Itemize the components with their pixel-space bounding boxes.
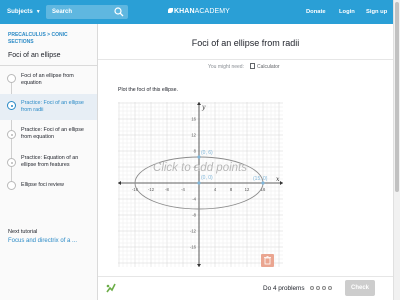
sidebar-item-practice-features[interactable]: Practice: Equation of an ellipse from fe… — [0, 151, 97, 177]
next-tutorial-label: Next tutorial — [8, 229, 38, 235]
x-tick-label: -12 — [148, 187, 155, 192]
x-tick-label: 12 — [245, 187, 250, 192]
progress-dots — [310, 286, 334, 292]
search-placeholder: Search — [52, 9, 73, 15]
page-scrollbar[interactable] — [393, 0, 400, 300]
play-icon — [7, 74, 16, 83]
exercise-title: Foci of an ellipse from radii — [191, 38, 300, 48]
progress-dot — [310, 286, 314, 290]
search-icon[interactable] — [114, 7, 124, 17]
x-tick-label: -4 — [181, 187, 185, 192]
sidebar-item-label: Practice: Foci of an ellipse from equati… — [21, 127, 84, 140]
y-tick-label: 12 — [191, 133, 196, 138]
x-tick-label: -8 — [165, 187, 169, 192]
y-tick-label: 16 — [191, 117, 196, 122]
leaf-icon — [168, 8, 173, 13]
logo-bold-text: KHAN — [174, 8, 195, 15]
do-problems-label: Do 4 problems — [263, 285, 305, 292]
signup-link[interactable]: Sign up — [366, 9, 387, 15]
article-icon — [7, 181, 16, 190]
progress-dot — [328, 286, 332, 290]
calculator-icon — [250, 63, 255, 69]
sidebar-item-label: Practice: Foci of an ellipse from radii — [21, 100, 84, 113]
x-axis-name: x — [276, 176, 280, 183]
donate-link[interactable]: Donate — [306, 9, 326, 15]
scrollbar-thumb[interactable] — [395, 2, 399, 192]
point-label-right: (15, 0) — [253, 176, 268, 182]
sidebar-item-practice-radii[interactable]: Practice: Foci of an ellipse from radii — [0, 94, 97, 120]
point-label-top: (0, 6) — [201, 150, 213, 156]
practice-icon — [7, 158, 16, 167]
sidebar-item-review[interactable]: Ellipse foci review — [0, 179, 97, 193]
sidebar-item-label: Foci of an ellipse from equation — [21, 73, 74, 86]
sidebar-item-video[interactable]: Foci of an ellipse from equation — [0, 70, 97, 92]
divider — [0, 65, 98, 66]
calculator-link[interactable]: Calculator — [250, 63, 280, 70]
click-to-add-points-overlay: Click to add points — [153, 162, 247, 174]
practice-icon — [7, 101, 16, 110]
next-tutorial-link[interactable]: Focus and directrix of a ... — [8, 238, 77, 244]
exercise-footer: Do 4 problems Check — [98, 276, 393, 300]
y-tick-label: -16 — [190, 245, 197, 250]
login-link[interactable]: Login — [339, 9, 355, 15]
chevron-down-icon: ▼ — [35, 9, 41, 15]
sidebar-item-practice-equation[interactable]: Practice: Foci of an ellipse from equati… — [0, 123, 97, 149]
sidebar-item-label: Ellipse foci review — [21, 182, 64, 188]
divider — [98, 59, 393, 60]
point-label-center: (0, 0) — [201, 175, 213, 181]
progress-dot — [316, 286, 320, 290]
sidebar-item-label: Practice: Equation of an ellipse from fe… — [21, 155, 79, 168]
logo-text: ACADEMY — [194, 8, 230, 15]
hint-bird-icon[interactable] — [106, 283, 116, 293]
y-tick-label: -12 — [190, 229, 197, 234]
top-nav-bar: Subjects ▼ Search KHANACADEMY Donate Logi… — [0, 0, 393, 24]
search-box[interactable]: Search — [46, 5, 128, 19]
might-need-label: You might need: — [208, 64, 244, 70]
grid-lines — [118, 102, 283, 267]
exercise-panel: Foci of an ellipse from radii You might … — [98, 24, 393, 300]
trash-icon[interactable] — [261, 254, 274, 267]
y-axis-name: y — [201, 104, 206, 111]
khan-academy-logo[interactable]: KHANACADEMY — [168, 8, 230, 15]
subjects-label: Subjects — [7, 8, 33, 15]
sidebar: PRECALCULUS > CONIC SECTIONS Foci of an … — [0, 24, 98, 300]
practice-icon — [7, 130, 16, 139]
calculator-label: Calculator — [257, 64, 280, 70]
sidebar-title: Foci of an ellipse — [8, 52, 61, 59]
progress-dot — [322, 286, 326, 290]
breadcrumb[interactable]: PRECALCULUS > CONIC SECTIONS — [8, 32, 88, 45]
center-point — [197, 181, 201, 185]
check-button[interactable]: Check — [345, 280, 375, 296]
subjects-menu[interactable]: Subjects ▼ — [7, 8, 41, 15]
coordinate-graph[interactable]: -16 -12 -8 -4 4 8 12 16161284-4-8-12-16 x y (0,… — [118, 102, 283, 267]
question-text: Plot the foci of this ellipse. — [118, 87, 178, 93]
